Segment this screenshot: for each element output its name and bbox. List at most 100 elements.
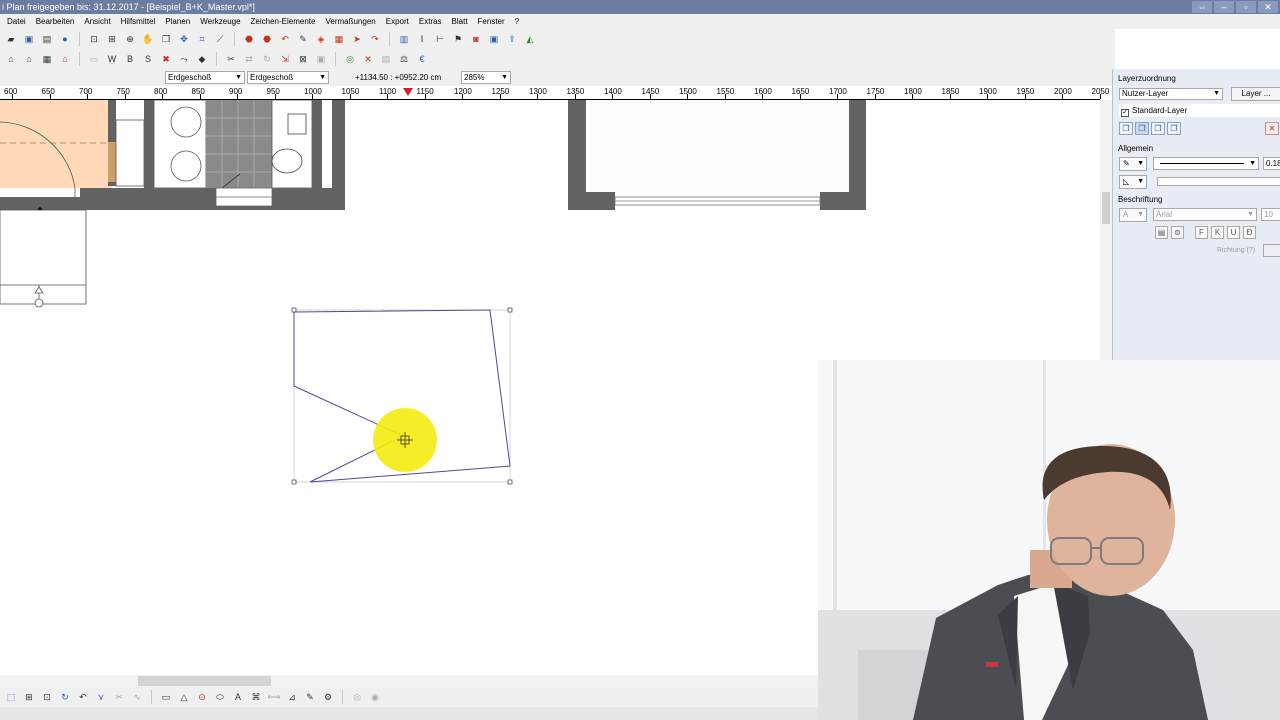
ellipse-icon[interactable]: ⊙ [195,690,209,704]
stretch-icon[interactable]: ⇲ [278,52,292,66]
fill-pattern-field[interactable] [1157,177,1280,186]
stop-icon[interactable]: ⬣ [242,32,256,46]
edit-icon[interactable]: ✎ [303,690,317,704]
menu-ansicht[interactable]: Ansicht [79,14,115,29]
house-red-icon[interactable]: ⌂ [58,52,72,66]
ellipse2-icon[interactable]: ⬭ [213,690,227,704]
move-icon[interactable]: ✥ [177,32,191,46]
line-style-select[interactable]: ▼ [1153,157,1259,170]
minimize-button[interactable]: – [1214,1,1234,13]
print3d-icon[interactable]: ▣ [487,32,501,46]
pencil-icon[interactable]: ✎ [296,32,310,46]
move-tool-icon[interactable]: ⌂ [4,52,18,66]
house-icon[interactable]: ⌂ [22,52,36,66]
circle-icon[interactable]: △ [177,690,191,704]
target-icon[interactable]: ◎ [343,52,357,66]
zoom-icon[interactable]: ⊞ [22,690,36,704]
underline-button[interactable]: U [1227,226,1240,239]
save-icon[interactable]: ▣ [22,32,36,46]
text-icon[interactable]: A [231,690,245,704]
restore-size-button[interactable]: ⇔ [1192,1,1212,13]
horizontal-scrollbar[interactable] [0,675,818,687]
standard-layer-row[interactable]: ✓ Standard-Layer [1119,104,1280,117]
layer-active-icon[interactable]: ❐ [1135,122,1149,135]
stop2-icon[interactable]: ⬣ [260,32,274,46]
disabled-tool-icon[interactable]: ◉ [368,690,382,704]
select-icon[interactable]: ⬚ [4,690,18,704]
flag-icon[interactable]: ⚑ [451,32,465,46]
snap-icon[interactable]: ⌗ [195,32,209,46]
stairs-icon[interactable]: S [141,52,155,66]
camera-icon[interactable]: ◙ [469,32,483,46]
disabled-tool-icon[interactable]: ◎ [350,690,364,704]
dimension-icon[interactable]: ⟷ [267,690,281,704]
compass-icon[interactable]: ✂ [224,52,238,66]
paint-icon[interactable]: ⤳ [177,52,191,66]
undo-icon[interactable]: ↶ [278,32,292,46]
arc-icon[interactable]: ▭ [159,690,173,704]
polyline-icon[interactable]: ⋎ [94,690,108,704]
fill-select[interactable]: ◺ ▼ [1119,175,1147,189]
vertical-scrollbar[interactable] [1100,100,1112,360]
font-select[interactable]: Arial ▼ [1153,208,1257,221]
curve-icon[interactable]: ⊠ [296,52,310,66]
menu-bearbeiten[interactable]: Bearbeiten [31,14,80,29]
folder-open-icon[interactable]: ▰ [4,32,18,46]
zoom-window-icon[interactable]: ⊡ [87,32,101,46]
line-width-field[interactable]: 0.18 [1263,157,1280,170]
close-button[interactable]: ✕ [1258,1,1278,13]
dimension-icon[interactable]: ⊢ [433,32,447,46]
sheet-icon[interactable]: ▤ [379,52,393,66]
hatch-icon[interactable]: ▦ [332,32,346,46]
menu-hilfsmittel[interactable]: Hilfsmittel [116,14,161,29]
grid-icon[interactable]: ▥ [397,32,411,46]
floor-select-1[interactable]: Erdgeschoß ▼ [165,71,245,84]
walls-icon[interactable]: W [105,52,119,66]
export-icon[interactable]: ⇪ [505,32,519,46]
layer-type-select[interactable]: Nutzer-Layer ▼ [1119,88,1223,100]
spline-icon[interactable]: ∿ [130,690,144,704]
zoom-all-icon[interactable]: ⊞ [105,32,119,46]
scroll-thumb[interactable] [1102,192,1110,224]
strike-button[interactable]: Ð [1243,226,1256,239]
delete-red-icon[interactable]: ✖ [159,52,173,66]
mirror-icon[interactable]: ⇄ [242,52,256,66]
italic-button[interactable]: K [1211,226,1224,239]
rotate-icon[interactable]: ↻ [260,52,274,66]
trim-icon[interactable]: ✂ [112,690,126,704]
scroll-thumb[interactable] [138,676,271,686]
menu-werkzeuge[interactable]: Werkzeuge [195,14,245,29]
node-icon[interactable]: ⊡ [40,690,54,704]
text-icon[interactable]: I [415,32,429,46]
wall-icon[interactable]: ▭ [87,52,101,66]
font-size-field[interactable]: 10 [1261,208,1280,221]
special-icon[interactable]: ⚙ [321,690,335,704]
bold-button[interactable]: F [1195,226,1208,239]
menu-vermassungen[interactable]: Vermaßungen [320,14,380,29]
euro-icon[interactable]: € [415,52,429,66]
floor-select-2[interactable]: Erdgeschoß ▼ [247,71,329,84]
hatch-icon[interactable]: ⊿ [285,690,299,704]
checkbox-checked[interactable]: ✓ [1121,109,1129,117]
layer-button[interactable]: Layer ... [1231,87,1280,101]
text-center-icon[interactable]: ⊜ [1171,226,1184,239]
menu-extras[interactable]: Extras [414,14,447,29]
copy-icon[interactable]: ❐ [159,32,173,46]
pan-hand-icon[interactable]: ✋ [141,32,155,46]
undo-icon[interactable]: ↶ [76,690,90,704]
color-icon[interactable]: ◭ [523,32,537,46]
image-icon[interactable]: ▣ [314,52,328,66]
info-icon[interactable]: ● [58,32,72,46]
fill-icon[interactable]: ◆ [195,52,209,66]
scale-icon[interactable]: ⚖ [397,52,411,66]
menu-planen[interactable]: Planen [160,14,195,29]
text-frame-icon[interactable]: ▤ [1155,226,1168,239]
text-color-select[interactable]: A ▼ [1119,208,1147,222]
redo-icon[interactable]: ↷ [368,32,382,46]
layer-delete-icon[interactable]: ✕ [1265,122,1279,135]
close-red-icon[interactable]: ✕ [361,52,375,66]
layer-copy-icon[interactable]: ❐ [1119,122,1133,135]
menu-fenster[interactable]: Fenster [473,14,510,29]
measure-icon[interactable]: ⟋ [213,32,227,46]
arrow-icon[interactable]: ➤ [350,32,364,46]
